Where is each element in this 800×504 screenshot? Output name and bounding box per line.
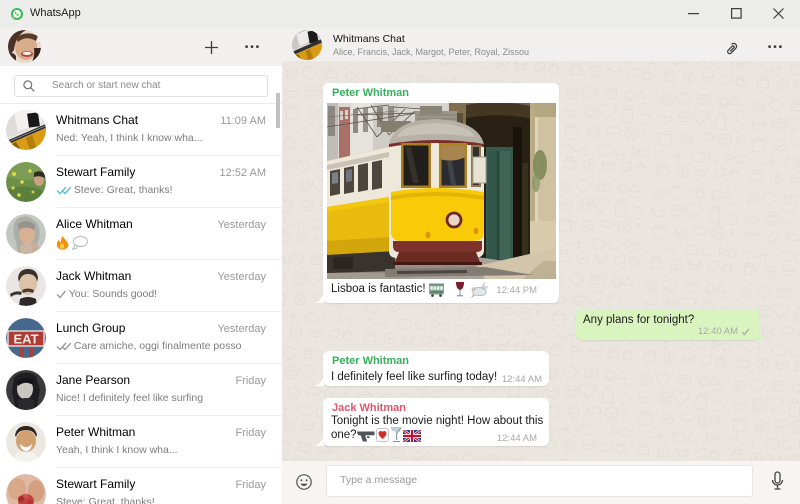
- svg-text:EAT: EAT: [13, 332, 38, 347]
